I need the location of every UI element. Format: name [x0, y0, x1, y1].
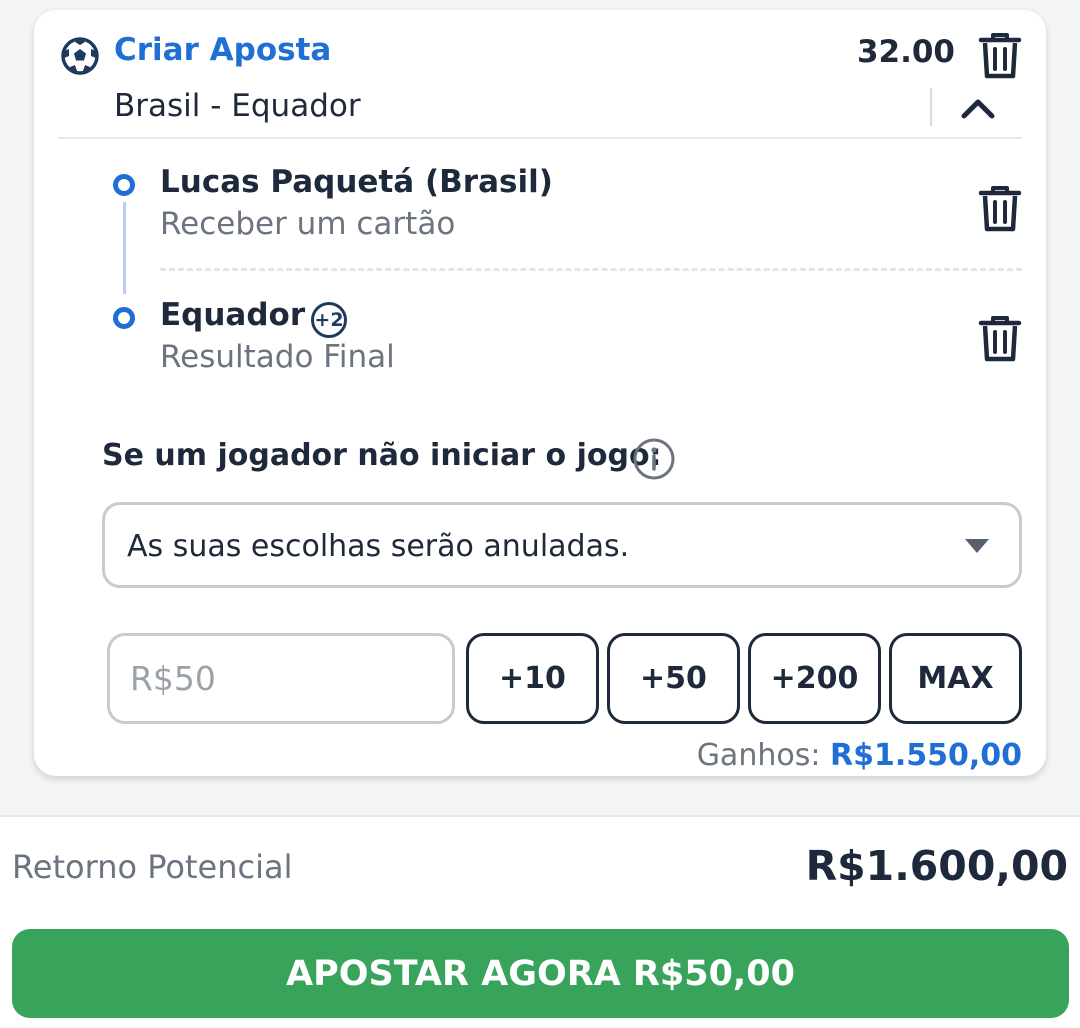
dropdown-arrow-icon: [965, 539, 989, 553]
selection-market: Resultado Final: [160, 339, 395, 375]
selection-connector-line: [123, 202, 126, 294]
stake-input[interactable]: [107, 633, 455, 724]
delete-selection-trash-icon[interactable]: [978, 315, 1022, 363]
header-divider: [930, 88, 932, 126]
total-odds: 32.00: [856, 34, 955, 70]
max-stake-button[interactable]: MAX: [889, 633, 1022, 724]
winnings-amount: R$1.550,00: [829, 738, 1022, 773]
match-name: Brasil - Equador: [114, 88, 361, 124]
chevron-up-icon[interactable]: [958, 94, 998, 122]
extra-selections-badge[interactable]: +2: [311, 302, 347, 338]
bet-builder-title: Criar Aposta: [114, 32, 332, 68]
quick-add-10-button[interactable]: +10: [466, 633, 599, 724]
winnings: Ganhos: R$1.550,00: [697, 738, 1022, 773]
selection-market: Receber um cartão: [160, 206, 456, 242]
quick-add-200-button[interactable]: +200: [748, 633, 881, 724]
delete-bet-trash-icon[interactable]: [978, 32, 1022, 80]
potential-return-label: Retorno Potencial: [12, 848, 293, 886]
selection-divider: [160, 268, 1022, 271]
quick-add-50-button[interactable]: +50: [607, 633, 740, 724]
header-separator: [58, 137, 1022, 139]
selection-title: Equador: [160, 297, 306, 333]
selection-title: Lucas Paquetá (Brasil): [160, 164, 553, 200]
place-bet-button[interactable]: APOSTAR AGORA R$50,00: [12, 929, 1069, 1018]
winnings-label: Ganhos:: [696, 738, 821, 773]
potential-return-value: R$1.600,00: [805, 842, 1068, 890]
dropdown-selected-value: As suas escolhas serão anuladas.: [127, 529, 630, 564]
void-option-dropdown[interactable]: As suas escolhas serão anuladas.: [102, 502, 1022, 588]
info-icon[interactable]: [632, 437, 676, 481]
selection-bullet: [113, 307, 135, 329]
player-not-starting-question: Se um jogador não iniciar o jogo:: [102, 438, 662, 473]
soccer-ball-icon: [60, 36, 100, 76]
selection-bullet: [113, 174, 135, 196]
delete-selection-trash-icon[interactable]: [978, 185, 1022, 233]
